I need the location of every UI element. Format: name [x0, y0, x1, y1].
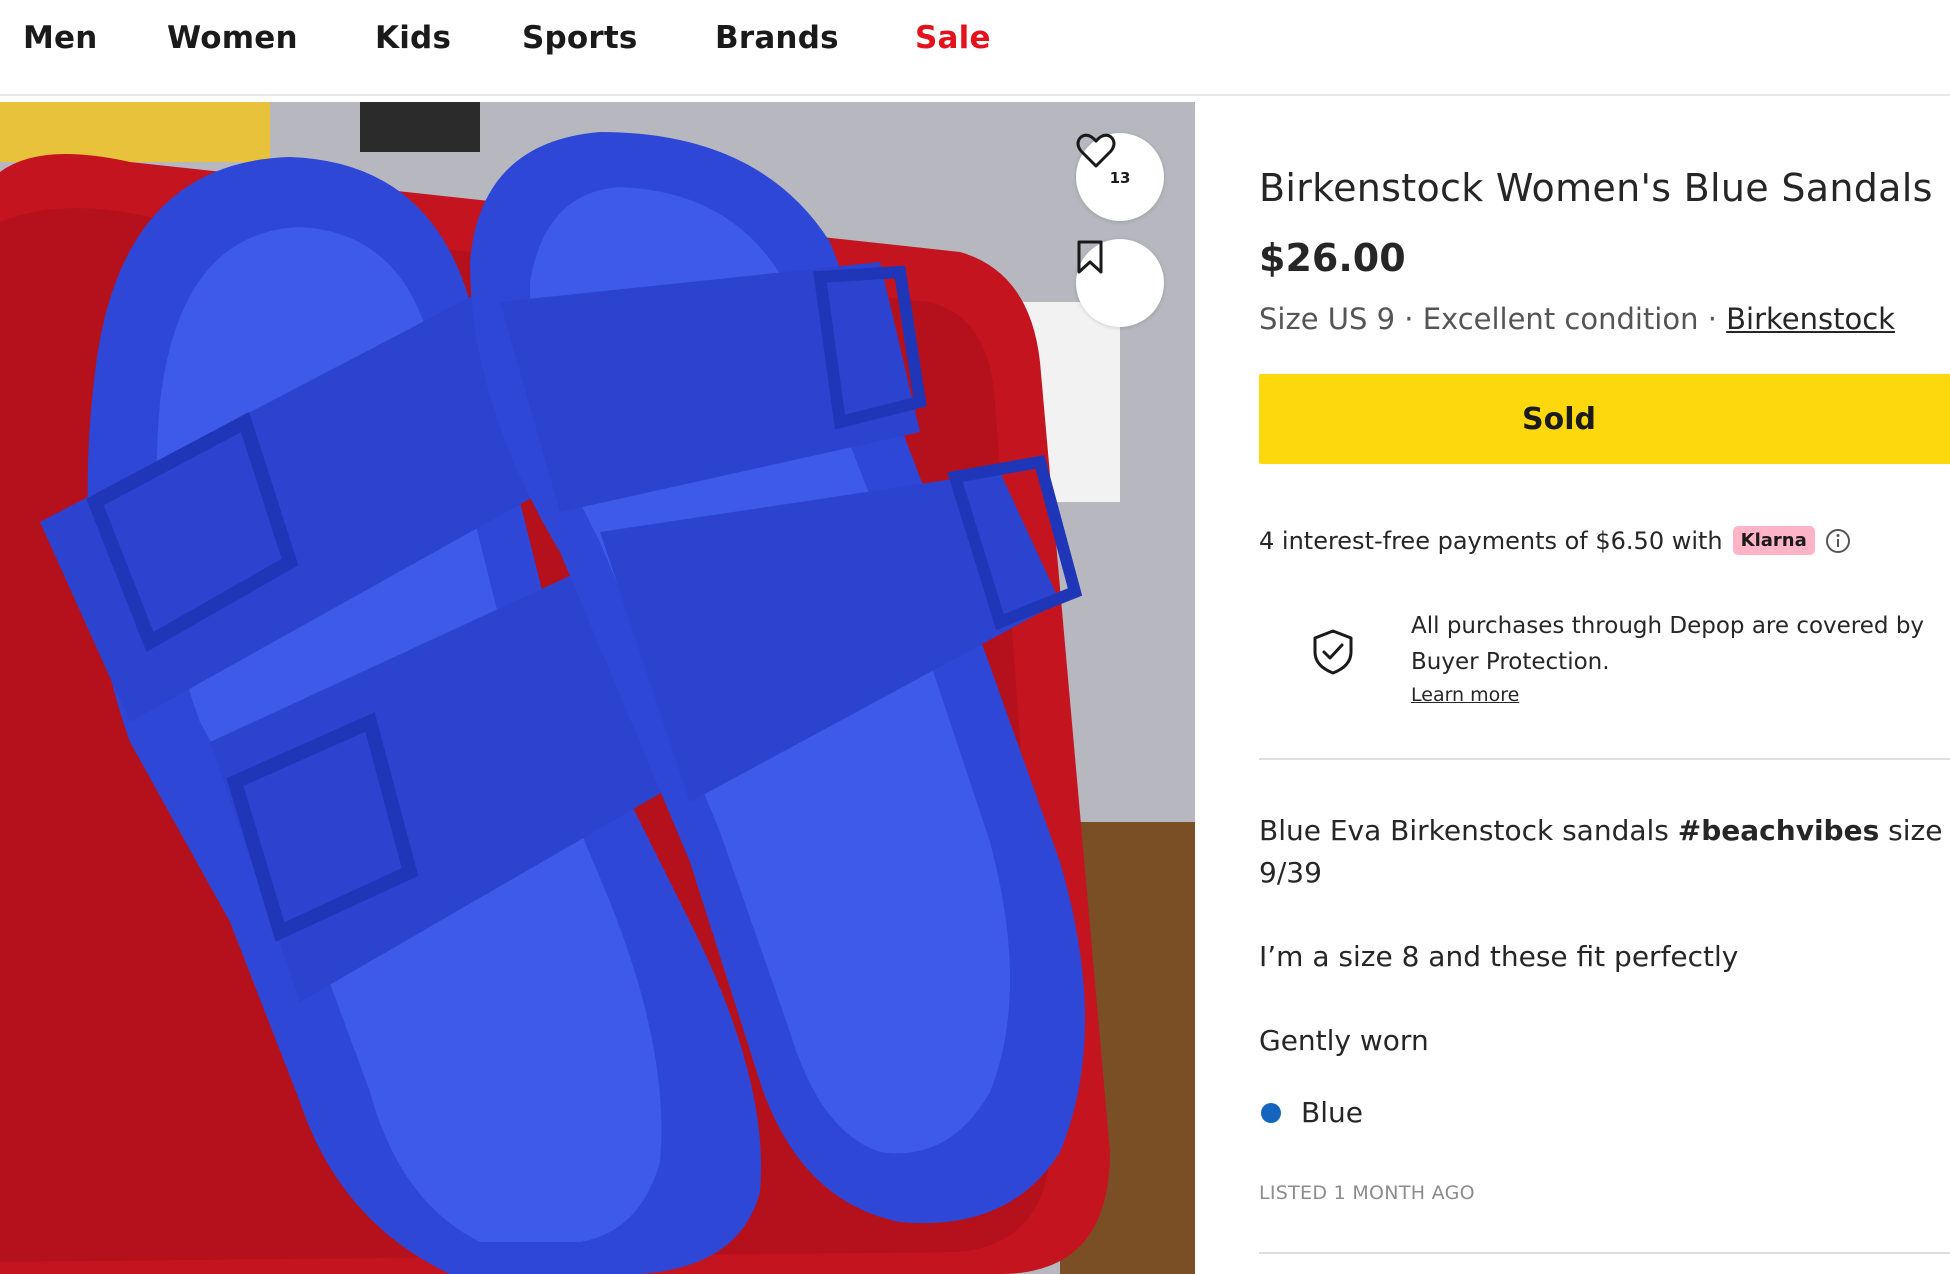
shield-check-icon	[1311, 628, 1355, 681]
description-line-2: 9/39	[1259, 856, 1322, 889]
color-swatch	[1261, 1102, 1281, 1123]
sandals-image	[0, 102, 1195, 1274]
description-line-4: Gently worn	[1259, 1024, 1429, 1057]
product-price: $26.00	[1259, 236, 1406, 280]
like-button[interactable]: 13	[1076, 133, 1164, 221]
product-attributes: Size US 9 · Excellent condition · Birken…	[1259, 302, 1895, 336]
nav-men[interactable]: Men	[23, 20, 98, 56]
nav-kids[interactable]: Kids	[375, 20, 451, 56]
save-button[interactable]	[1076, 239, 1164, 327]
separator: ·	[1698, 302, 1727, 336]
listed-date: LISTED 1 MONTH AGO	[1259, 1182, 1475, 1204]
klarna-text: 4 interest-free payments of $6.50 with	[1259, 526, 1723, 555]
separator: ·	[1395, 302, 1423, 336]
product-title: Birkenstock Women's Blue Sandals	[1259, 166, 1933, 210]
description-line-1: Blue Eva Birkenstock sandals #beachvibes…	[1259, 814, 1942, 847]
protection-line-2: Buyer Protection.	[1411, 649, 1610, 675]
description-text: size	[1879, 814, 1943, 847]
product-details: Birkenstock Women's Blue Sandals $26.00 …	[1259, 102, 1950, 1274]
protection-line-1: All purchases through Depop are covered …	[1411, 613, 1925, 639]
description-text: Blue Eva Birkenstock sandals	[1259, 814, 1678, 847]
klarna-payment-info: 4 interest-free payments of $6.50 with K…	[1259, 526, 1851, 555]
description-line-3: I’m a size 8 and these fit perfectly	[1259, 940, 1739, 973]
product-photo[interactable]: 13	[0, 102, 1195, 1274]
nav-women[interactable]: Women	[167, 20, 298, 56]
protection-text: All purchases through Depop are covered …	[1411, 608, 1924, 680]
brand-link[interactable]: Birkenstock	[1726, 302, 1895, 336]
divider	[1259, 758, 1950, 760]
nav-sale[interactable]: Sale	[915, 20, 991, 56]
top-nav: Men Women Kids Sports Brands Sale	[0, 0, 1950, 96]
color-attribute: Blue	[1259, 1096, 1363, 1129]
like-count: 13	[1109, 168, 1131, 187]
size-label: Size US 9	[1259, 302, 1396, 336]
sold-button[interactable]: Sold	[1259, 374, 1950, 464]
learn-more-link[interactable]: Learn more	[1411, 684, 1519, 706]
nav-sports[interactable]: Sports	[522, 20, 638, 56]
klarna-badge: Klarna	[1732, 526, 1815, 555]
info-icon[interactable]	[1825, 528, 1851, 554]
nav-brands[interactable]: Brands	[715, 20, 839, 56]
divider	[1259, 1252, 1950, 1254]
hashtag-link[interactable]: #beachvibes	[1678, 814, 1879, 847]
condition-label: Excellent condition	[1422, 302, 1699, 336]
color-name: Blue	[1301, 1096, 1363, 1129]
